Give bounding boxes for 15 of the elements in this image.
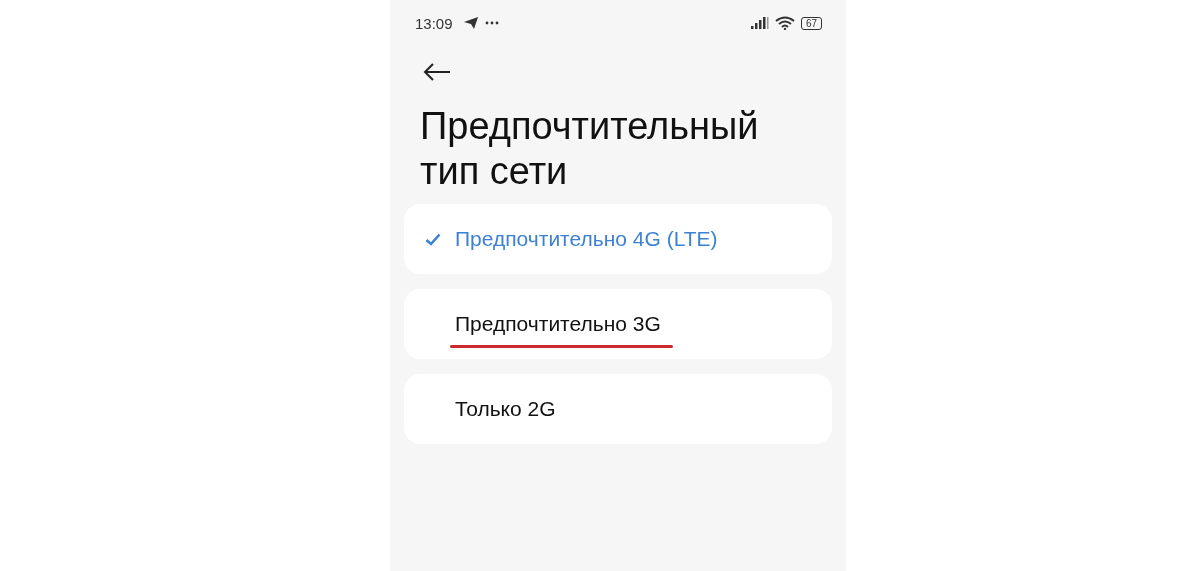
option-label: Только 2G: [455, 397, 556, 420]
option-label: Предпочтительно 4G (LTE): [455, 227, 718, 250]
paper-plane-icon: [462, 16, 479, 30]
checkmark-icon: [425, 232, 441, 246]
more-icon: [484, 21, 499, 25]
network-option[interactable]: Только 2G: [404, 374, 832, 444]
back-arrow-icon[interactable]: [423, 62, 451, 82]
wifi-icon: [774, 16, 795, 30]
status-time: 13:09: [415, 14, 453, 32]
signal-icon: [750, 17, 769, 29]
battery-level: 67: [800, 16, 822, 30]
network-option[interactable]: Предпочтительно 3G: [404, 289, 832, 359]
network-option[interactable]: Предпочтительно 4G (LTE): [404, 204, 832, 274]
option-label: Предпочтительно 3G: [455, 312, 661, 335]
page-title: Предпочтительный тип сети: [420, 104, 760, 194]
